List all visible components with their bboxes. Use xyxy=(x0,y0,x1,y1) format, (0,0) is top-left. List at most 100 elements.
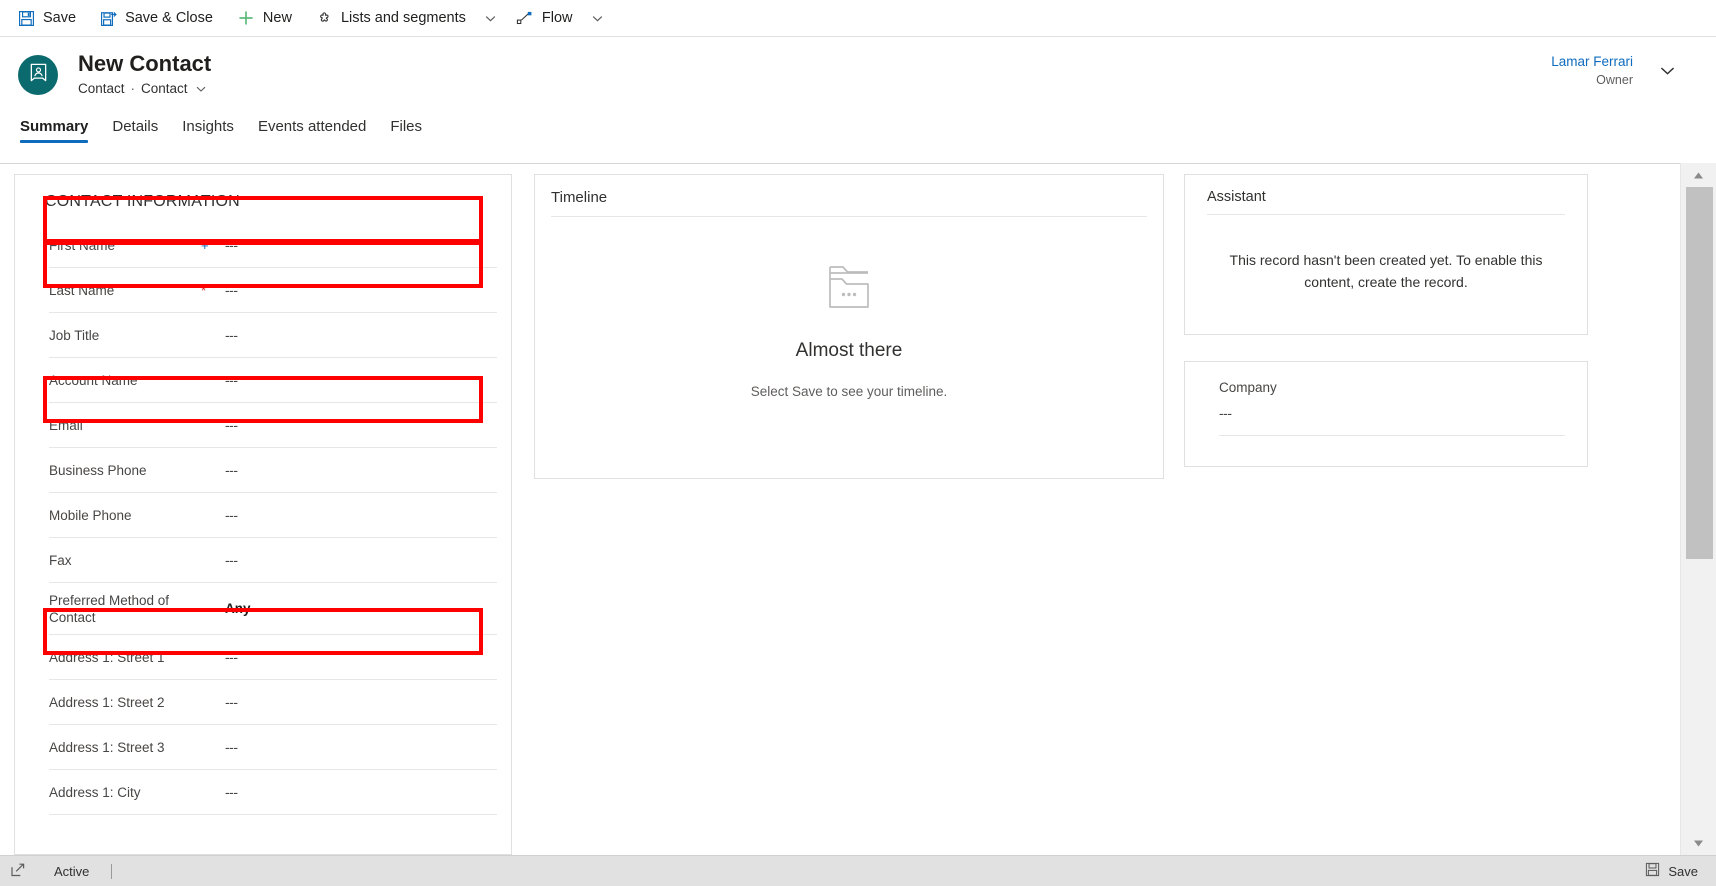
contact-information-field-list: First Name + --- Last Name * --- Job Title --- A… xyxy=(15,223,511,815)
footer-save-button[interactable]: Save xyxy=(1645,862,1716,880)
tab-events-attended[interactable]: Events attended xyxy=(246,118,378,143)
footer-save-label: Save xyxy=(1668,863,1698,879)
status-divider xyxy=(111,863,113,879)
field-required-marker xyxy=(201,469,223,471)
field-required-marker xyxy=(201,424,223,426)
field-value[interactable]: --- xyxy=(223,552,238,568)
company-card[interactable]: Company --- xyxy=(1184,361,1588,467)
field-value[interactable]: --- xyxy=(223,462,238,478)
tab-summary[interactable]: Summary xyxy=(20,118,100,143)
field-label: Business Phone xyxy=(49,462,147,478)
flow-button[interactable]: Flow xyxy=(504,0,585,37)
field-value[interactable]: --- xyxy=(223,507,238,523)
owner-name[interactable]: Lamar Ferrari xyxy=(1551,53,1633,70)
field-required-marker xyxy=(201,656,223,658)
breadcrumb-entity: Contact xyxy=(78,81,125,96)
field-value[interactable]: --- xyxy=(223,372,238,388)
page-title: New Contact xyxy=(78,51,212,76)
field-row[interactable]: Address 1: Street 3 --- xyxy=(49,725,497,770)
field-value[interactable]: --- xyxy=(223,784,238,800)
save-button[interactable]: Save xyxy=(6,0,88,37)
flow-chevron-down-icon[interactable] xyxy=(585,0,611,37)
timeline-empty-title: Almost there xyxy=(795,340,903,361)
field-label: Mobile Phone xyxy=(49,507,132,523)
company-field-value[interactable]: --- xyxy=(1185,395,1587,421)
right-column: Assistant This record hasn't been create… xyxy=(1184,174,1588,855)
new-button[interactable]: New xyxy=(225,0,304,37)
field-row[interactable]: Fax --- xyxy=(49,538,497,583)
contact-badge-icon xyxy=(28,62,49,88)
status-badge: Active xyxy=(54,863,90,879)
save-and-close-button[interactable]: Save & Close xyxy=(88,0,225,37)
field-row[interactable]: Address 1: Street 1 --- xyxy=(49,635,497,680)
field-required-marker: * xyxy=(201,283,207,298)
field-label: Address 1: City xyxy=(49,784,141,800)
tab-events-attended-label: Events attended xyxy=(257,118,367,135)
lists-and-segments-label: Lists and segments xyxy=(340,10,466,26)
assistant-message: This record hasn't been created yet. To … xyxy=(1229,252,1543,290)
scroll-down-arrow-icon[interactable] xyxy=(1681,831,1716,855)
field-required-marker xyxy=(201,379,223,381)
field-required-marker xyxy=(201,514,223,516)
field-row[interactable]: Preferred Method of Contact Any xyxy=(49,583,497,635)
breadcrumb-form[interactable]: Contact xyxy=(141,81,188,96)
scrollbar-thumb[interactable] xyxy=(1686,187,1713,559)
lists-and-segments-chevron-down-icon[interactable] xyxy=(478,0,504,37)
field-row[interactable]: Address 1: City --- xyxy=(49,770,497,815)
header-expand-chevron-down-icon[interactable] xyxy=(1659,62,1676,84)
form-body: CONTACT INFORMATION First Name + --- Last N… xyxy=(0,163,1716,855)
timeline-title: Timeline xyxy=(551,189,608,206)
save-button-label: Save xyxy=(43,10,77,26)
field-value[interactable]: --- xyxy=(223,739,238,755)
scroll-up-arrow-icon[interactable] xyxy=(1681,163,1716,187)
lists-and-segments-button[interactable]: Lists and segments xyxy=(304,0,478,37)
contact-information-title: CONTACT INFORMATION xyxy=(45,193,240,210)
field-value[interactable]: --- xyxy=(223,237,238,253)
field-row[interactable]: Job Title --- xyxy=(49,313,497,358)
save-icon xyxy=(1645,862,1660,880)
field-label: Fax xyxy=(49,552,72,568)
save-and-close-label: Save & Close xyxy=(125,10,213,26)
field-value[interactable]: --- xyxy=(223,327,238,343)
tab-details[interactable]: Details xyxy=(100,118,170,143)
tab-insights[interactable]: Insights xyxy=(170,118,246,143)
puzzle-icon xyxy=(316,10,333,27)
record-header: New Contact Contact · Contact Lamar Ferr… xyxy=(0,37,1716,107)
field-required-marker xyxy=(201,334,223,336)
form-selector-chevron-down-icon[interactable] xyxy=(195,83,207,95)
field-value[interactable]: --- xyxy=(223,649,238,665)
timeline-panel: Timeline Almost there Select Save to see… xyxy=(534,174,1164,479)
field-row[interactable]: Last Name * --- xyxy=(49,268,497,313)
field-row[interactable]: Address 1: Street 2 --- xyxy=(49,680,497,725)
owner-role-label: Owner xyxy=(1596,73,1633,87)
field-value[interactable]: --- xyxy=(223,282,238,298)
field-required-marker xyxy=(201,791,223,793)
tab-files-label: Files xyxy=(390,118,423,135)
field-value[interactable]: --- xyxy=(223,694,238,710)
tab-summary-label: Summary xyxy=(20,118,89,135)
field-row[interactable]: First Name + --- xyxy=(49,223,497,268)
field-label: Address 1: Street 3 xyxy=(49,739,165,755)
field-row[interactable]: Business Phone --- xyxy=(49,448,497,493)
company-field-label: Company xyxy=(1219,380,1277,395)
field-label: Account Name xyxy=(49,372,138,388)
open-in-new-window-icon[interactable] xyxy=(10,862,26,881)
company-divider xyxy=(1219,435,1565,436)
field-row[interactable]: Account Name --- xyxy=(49,358,497,403)
field-row[interactable]: Mobile Phone --- xyxy=(49,493,497,538)
page-scrollbar[interactable] xyxy=(1680,163,1716,855)
owner-field[interactable]: Lamar Ferrari Owner xyxy=(1551,53,1676,89)
flow-icon xyxy=(516,10,534,27)
field-value[interactable]: --- xyxy=(223,417,238,433)
tab-files[interactable]: Files xyxy=(378,118,434,143)
breadcrumb: Contact · Contact xyxy=(78,81,211,96)
field-required-marker xyxy=(201,608,223,610)
field-required-marker xyxy=(201,746,223,748)
save-close-icon xyxy=(100,10,117,27)
save-icon xyxy=(18,10,35,27)
field-row[interactable]: Email --- xyxy=(49,403,497,448)
flow-button-label: Flow xyxy=(541,10,573,26)
new-button-label: New xyxy=(262,10,292,26)
field-value[interactable]: Any xyxy=(223,601,251,616)
field-label: Preferred Method of Contact xyxy=(49,592,170,625)
